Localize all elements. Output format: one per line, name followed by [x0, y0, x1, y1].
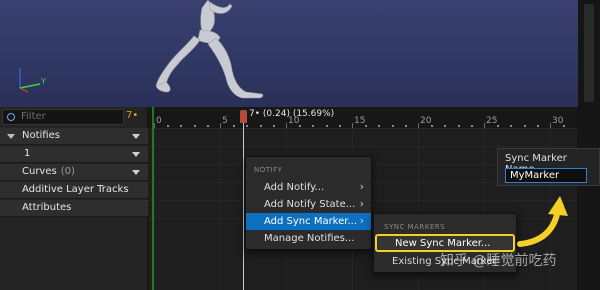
ruler-minor-tick	[470, 125, 473, 127]
filter-input[interactable]: Filter	[2, 109, 124, 125]
chevron-down-icon[interactable]	[132, 152, 140, 157]
ruler-minor-tick	[299, 125, 302, 127]
ruler-minor-tick	[497, 125, 500, 127]
ruler-minor-tick	[338, 125, 341, 127]
menu-item-label: Add Notify State...	[264, 199, 356, 210]
scrollbar-thumb[interactable]	[584, 4, 594, 102]
filter-count-badge: 7•	[126, 110, 139, 121]
ruler-tick	[220, 123, 221, 128]
menu-item-label: Add Sync Marker...	[264, 216, 358, 227]
notify-track-1[interactable]: 1	[0, 146, 148, 163]
axis-y-label: Y	[41, 77, 46, 86]
timeline-row[interactable]	[149, 129, 577, 147]
timeline-scrollbar[interactable]	[577, 107, 600, 290]
time-ruler[interactable]: 0 5 10 15 20 25 30	[149, 107, 577, 129]
track-list-panel: Filter Notifies 1 Curves (0) Additive Lay…	[0, 107, 148, 290]
animation-viewport[interactable]: Y	[0, 0, 578, 107]
curves-label: Curves (0)	[22, 166, 75, 177]
search-icon	[7, 113, 15, 121]
chevron-down-icon[interactable]	[132, 170, 140, 175]
ruler-minor-tick	[523, 125, 526, 127]
sync-marker-name-popup: Sync Marker Name	[497, 148, 600, 186]
axis-gizmo-icon	[19, 68, 41, 93]
chevron-right-icon: ›	[359, 214, 364, 227]
ruler-minor-tick	[457, 125, 460, 127]
current-time-readout: 7• (0.24) (15.69%)	[249, 109, 335, 119]
attributes-label: Attributes	[22, 202, 72, 213]
ruler-tick	[352, 123, 353, 128]
ruler-minor-tick	[233, 125, 236, 127]
sync-marker-name-input[interactable]	[505, 168, 587, 183]
ruler-tick	[550, 123, 551, 128]
ruler-minor-tick	[180, 125, 183, 127]
menu-item-label: Manage Notifies...	[264, 233, 355, 244]
attributes-header[interactable]: Attributes	[0, 200, 148, 217]
ruler-minor-tick	[391, 125, 394, 127]
ruler-tick-label: 30	[552, 116, 564, 126]
ruler-tick-label: 25	[486, 116, 498, 126]
menu-item-label: New Sync Marker...	[395, 238, 491, 249]
notifies-track-header[interactable]: Notifies	[0, 128, 148, 145]
ruler-tick-label: 5	[222, 116, 228, 126]
additive-layer-tracks-header[interactable]: Additive Layer Tracks	[0, 182, 148, 199]
chevron-right-icon: ›	[359, 180, 364, 193]
playhead-handle[interactable]	[240, 110, 247, 123]
add-sync-marker-menu-item[interactable]: Add Sync Marker... ›	[246, 213, 371, 230]
manage-notifies-menu-item[interactable]: Manage Notifies...	[246, 230, 371, 247]
watermark-text: 知乎 @睡觉前吃药	[440, 253, 557, 269]
ruler-tick	[154, 123, 155, 128]
chevron-down-icon[interactable]	[132, 134, 140, 139]
timeline-gridline	[220, 129, 221, 290]
notify-context-menu: NOTIFY Add Notify... › Add Notify State.…	[245, 156, 372, 250]
ruler-minor-tick	[563, 125, 566, 127]
menu-section-heading: NOTIFY	[254, 166, 283, 174]
curves-label-text: Curves	[22, 166, 57, 177]
menu-item-label: Add Notify...	[264, 182, 325, 193]
ruler-minor-tick	[193, 125, 196, 127]
ruler-tick-label: 0	[156, 116, 162, 126]
timeline-gridline	[154, 129, 155, 290]
add-notify-state-menu-item[interactable]: Add Notify State... ›	[246, 196, 371, 213]
additive-label: Additive Layer Tracks	[22, 184, 129, 195]
curves-track-header[interactable]: Curves (0)	[0, 164, 148, 181]
viewport-scrollbar[interactable]	[578, 0, 600, 107]
ruler-tick	[286, 123, 287, 128]
character-mesh	[155, 0, 264, 99]
ruler-minor-tick	[536, 125, 539, 127]
curves-count: (0)	[60, 166, 75, 177]
ruler-minor-tick	[206, 125, 209, 127]
ruler-minor-tick	[312, 125, 315, 127]
ruler-tick	[418, 123, 419, 128]
ruler-tick-label: 15	[354, 116, 366, 126]
ruler-minor-tick	[510, 125, 513, 127]
ruler-minor-tick	[246, 125, 249, 127]
ruler-tick-label: 20	[420, 116, 432, 126]
chevron-right-icon: ›	[359, 197, 364, 210]
ruler-minor-tick	[167, 125, 170, 127]
ruler-minor-tick	[272, 125, 275, 127]
filter-placeholder: Filter	[21, 111, 46, 122]
submenu-heading: SYNC MARKERS	[384, 223, 446, 231]
playhead-line	[243, 123, 244, 290]
ruler-minor-tick	[325, 125, 328, 127]
notifies-label: Notifies	[22, 130, 60, 141]
ruler-minor-tick	[444, 125, 447, 127]
ruler-tick	[484, 123, 485, 128]
ruler-minor-tick	[404, 125, 407, 127]
callout-arrow-icon	[517, 196, 568, 247]
ruler-minor-tick	[365, 125, 368, 127]
ruler-minor-tick	[259, 125, 262, 127]
notify-track-label: 1	[24, 148, 31, 159]
add-notify-menu-item[interactable]: Add Notify... ›	[246, 179, 371, 196]
ruler-minor-tick	[431, 125, 434, 127]
ruler-minor-tick	[378, 125, 381, 127]
expand-triangle-icon[interactable]	[7, 134, 15, 139]
